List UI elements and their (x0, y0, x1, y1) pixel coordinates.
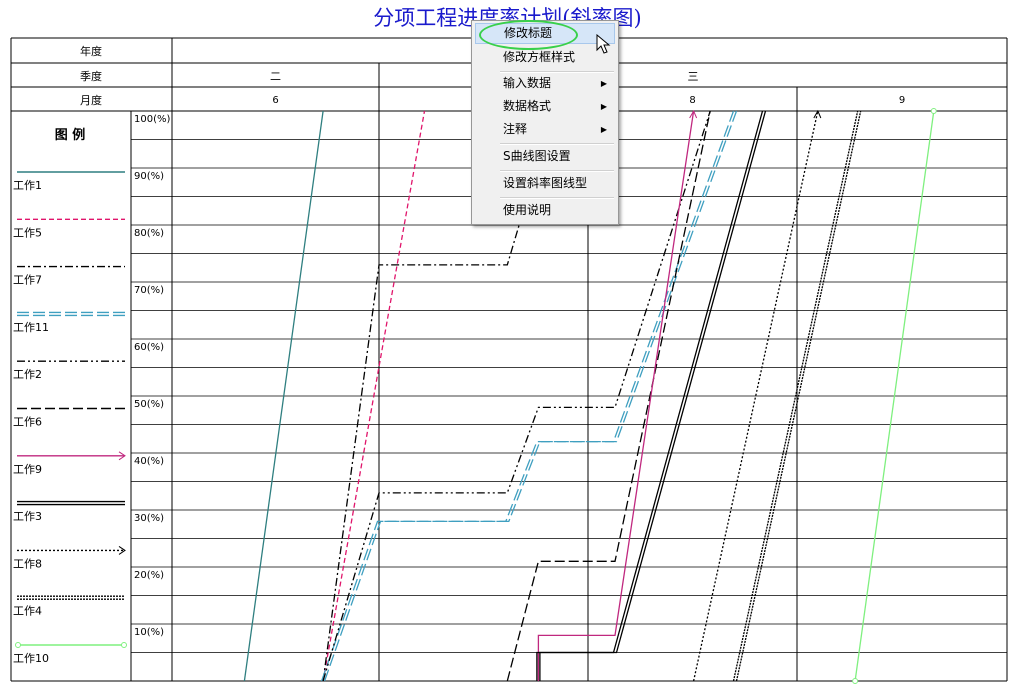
legend-label: 工作1 (13, 179, 42, 192)
menu-item-usage-help[interactable]: 使用说明 (475, 200, 615, 221)
y-axis-ticks: 100(%) 90(%) 80(%) 70(%) 60(%) 50(%) 40(%) 30(%… (134, 114, 170, 638)
y-tick-label: 60(%) (134, 342, 164, 353)
y-tick-label: 100(%) (134, 114, 170, 125)
legend-circle-icon (15, 642, 21, 648)
legend-label: 工作10 (13, 652, 49, 665)
y-tick-label: 50(%) (134, 399, 164, 410)
month-label: 8 (689, 95, 695, 106)
highlight-annotation-ring (479, 20, 578, 50)
legend-label: 工作8 (13, 557, 42, 570)
y-tick-label: 30(%) (134, 513, 164, 524)
legend-label: 工作11 (13, 321, 49, 334)
month-label: 6 (272, 95, 278, 106)
y-tick-label: 20(%) (134, 570, 164, 581)
submenu-arrow-icon: ▶ (600, 125, 607, 134)
legend-label: 工作3 (13, 510, 42, 523)
menu-item-slope-line-type[interactable]: 设置斜率图线型 (475, 173, 615, 194)
header-year-label: 年度 (80, 44, 102, 58)
legend: 图 例工作1 工作5 工作7 工作11 工作2 工作6 工作9 工作3 工作8 工作4 工作10 (13, 127, 127, 665)
legend-circle-icon (121, 642, 127, 648)
month-label: 9 (899, 95, 905, 106)
menu-item-edit-box-style[interactable]: 修改方框样式 (475, 47, 615, 68)
menu-item-s-curve-settings[interactable]: S曲线图设置 (475, 146, 615, 167)
series-circle-icon (930, 108, 937, 114)
menu-separator (500, 197, 614, 199)
series-circle-icon (852, 678, 859, 684)
submenu-arrow-icon: ▶ (600, 79, 607, 88)
quarter-label: 二 (270, 70, 281, 83)
legend-label: 工作2 (13, 368, 42, 381)
y-tick-label: 70(%) (134, 285, 164, 296)
legend-label: 工作4 (13, 605, 42, 618)
legend-label: 工作5 (13, 226, 42, 239)
menu-separator (500, 143, 614, 145)
series-arrow-icon (813, 109, 822, 119)
header-month-label: 月度 (80, 93, 102, 107)
menu-item-data-format[interactable]: 数据格式 ▶ (475, 96, 615, 117)
legend-title: 图 例 (55, 127, 86, 143)
legend-label: 工作9 (13, 463, 42, 476)
mouse-cursor-icon (596, 34, 611, 54)
legend-label: 工作7 (13, 274, 42, 287)
y-tick-label: 40(%) (134, 456, 164, 467)
submenu-arrow-icon: ▶ (600, 102, 607, 111)
menu-separator (500, 170, 614, 172)
y-tick-label: 80(%) (134, 228, 164, 239)
header-quarter-label: 季度 (80, 69, 102, 83)
legend-label: 工作6 (13, 416, 42, 429)
y-tick-label: 90(%) (134, 171, 164, 182)
menu-item-input-data[interactable]: 输入数据 ▶ (475, 73, 615, 94)
menu-item-annotation[interactable]: 注释 ▶ (475, 119, 615, 140)
quarter-label: 三 (688, 70, 699, 83)
y-tick-label: 10(%) (134, 627, 164, 638)
